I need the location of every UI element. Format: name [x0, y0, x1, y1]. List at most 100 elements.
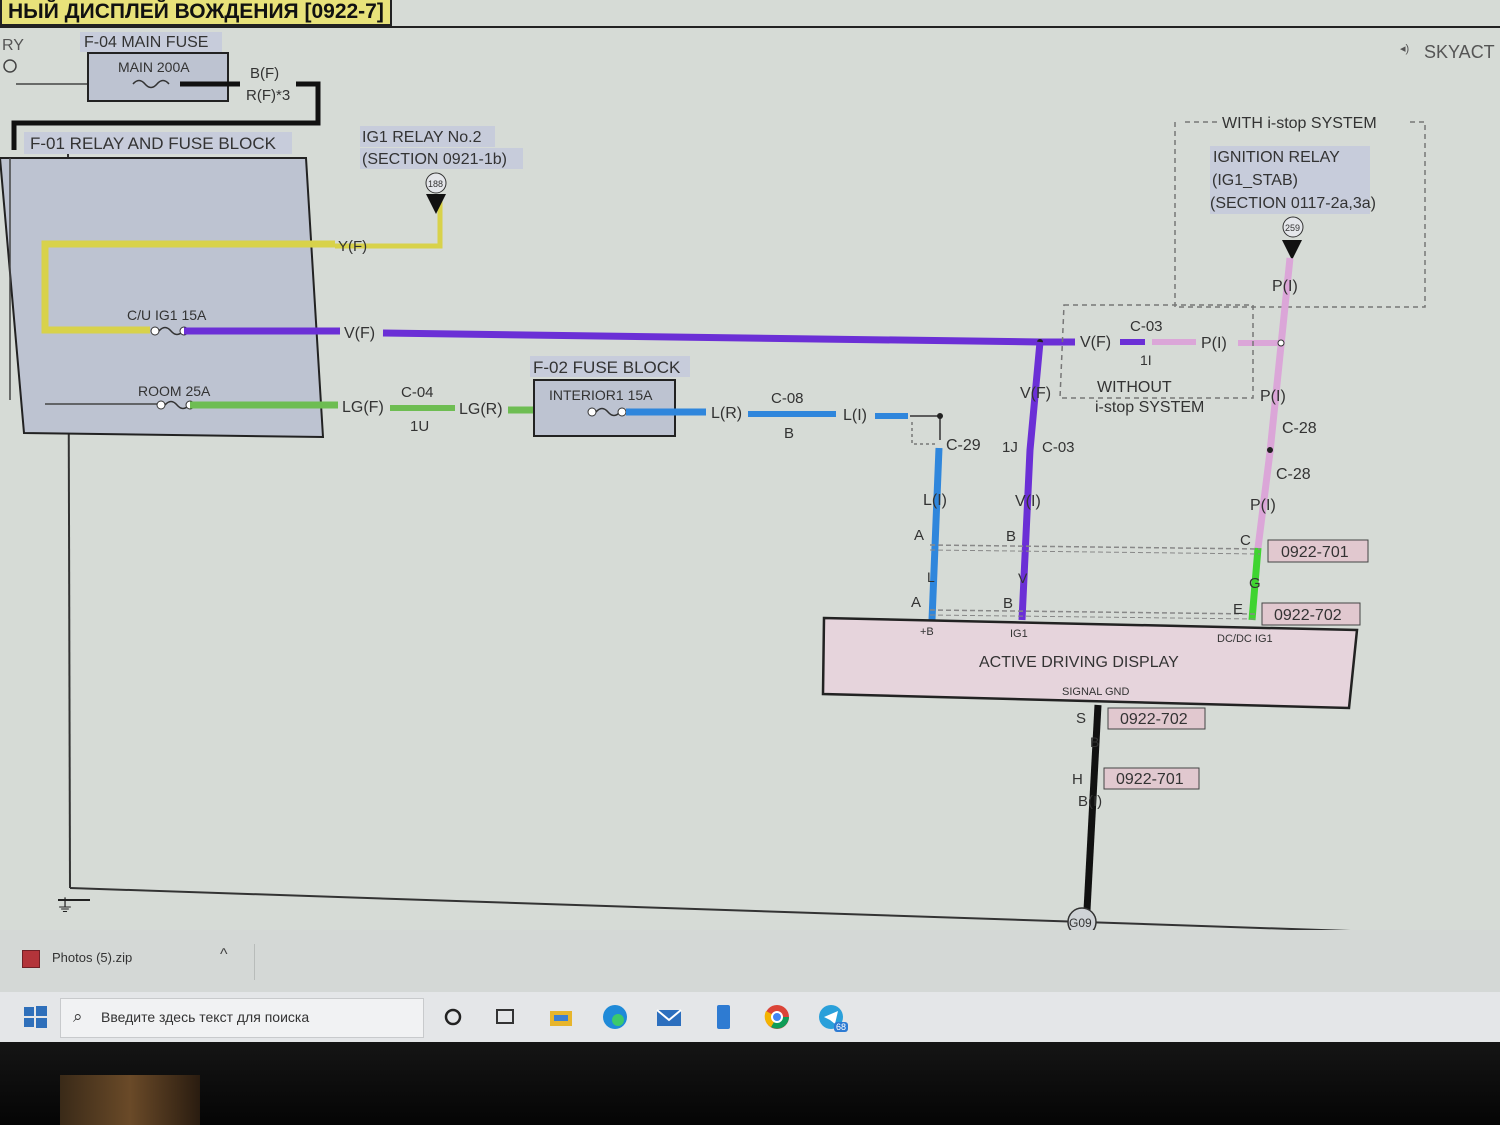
connector-c04: C-04	[401, 384, 434, 401]
with-istop-group: WITH i-stop SYSTEM	[1222, 115, 1377, 132]
connector-c28-a: C-28	[1282, 420, 1317, 437]
wire-label-vf: V(F)	[344, 325, 375, 342]
ig1-relay-node-label: 188	[428, 179, 443, 189]
edge-browser-icon[interactable]	[600, 1002, 630, 1032]
wire-label-lr: L(R)	[711, 405, 742, 422]
wire-label-vi: V(I)	[1015, 493, 1041, 510]
ig1-relay-name: IG1 RELAY No.2	[362, 129, 482, 146]
wire-label-li-2: L(I)	[923, 492, 947, 509]
taskbar: ⌕ Введите здесь текст для поиска 68	[0, 992, 1500, 1042]
task-view-icon[interactable]	[490, 1002, 520, 1032]
wire-label-l: L	[927, 569, 935, 585]
wire-label-lgf: LG(F)	[342, 399, 384, 416]
monitor-bezel	[0, 1042, 1500, 1125]
harness-0922-701-line	[929, 544, 1261, 550]
display-pin-ig1: IG1	[1010, 628, 1028, 640]
wire-li-down	[928, 447, 943, 621]
wire-label-v: V	[1018, 570, 1028, 586]
frame-bottom	[69, 887, 1351, 930]
wire-label-pi: P(I)	[1272, 278, 1298, 295]
pin-b-702: B	[1003, 595, 1013, 612]
wire-label-yf: Y(F)	[338, 238, 367, 255]
header-right-text: SKYACT	[1424, 42, 1495, 62]
pin-c-701: C	[1240, 532, 1251, 549]
windows-start-icon[interactable]	[20, 1002, 50, 1032]
speaker-icon: ◂)	[1400, 43, 1409, 55]
relay-block-section: F-01 RELAY AND FUSE BLOCK	[30, 134, 277, 153]
pin-e-702: E	[1233, 601, 1243, 618]
connector-c03-mid-pin: 1J	[1002, 439, 1018, 456]
ig1-relay-arrow	[426, 194, 446, 214]
fuse-block-section: F-02 FUSE BLOCK	[533, 358, 681, 377]
ref-r4[interactable]: 0922-701	[1116, 771, 1184, 788]
wire-label-pi-3: P(I)	[1260, 388, 1286, 405]
connector-c03-top: C-03	[1130, 318, 1163, 335]
download-file-name[interactable]: Photos (5).zip	[52, 950, 132, 965]
c29-dash	[911, 422, 936, 445]
connector-c29: C-29	[946, 437, 981, 454]
ignition-relay-sub: (IG1_STAB)	[1212, 172, 1298, 189]
download-item[interactable]: Photos (5).zip ^	[14, 944, 255, 980]
file-explorer-icon[interactable]	[546, 1002, 576, 1032]
wire-label-bi: B(I)	[1078, 793, 1102, 810]
wiring-diagram: ◂) SKYACT RY F-04 MAIN FUSE MAIN 200A B(…	[0, 26, 1500, 930]
search-input[interactable]: Введите здесь текст для поиска	[101, 1009, 309, 1025]
display-pin-b: +B	[920, 626, 934, 638]
screen: ◂) SKYACT RY F-04 MAIN FUSE MAIN 200A B(…	[0, 0, 1500, 1085]
phone-app-icon[interactable]	[708, 1002, 738, 1032]
battery-symbol	[3, 59, 17, 73]
fuse-interior1-terminal-b	[617, 407, 627, 417]
without-istop-line2: i-stop SYSTEM	[1095, 399, 1204, 416]
connector-c08-pin: B	[784, 425, 794, 442]
junction-c28	[1267, 447, 1273, 453]
pin-b-701: B	[1006, 528, 1016, 545]
connector-c08: C-08	[771, 390, 804, 407]
pin-a-701: A	[914, 527, 924, 544]
fuse-interior1-label: INTERIOR1 15A	[549, 387, 653, 403]
ref-r3[interactable]: 0922-702	[1120, 711, 1188, 728]
ignition-relay-name: IGNITION RELAY	[1213, 149, 1340, 166]
connector-c04-pin: 1U	[410, 418, 429, 435]
without-istop-line1: WITHOUT	[1097, 379, 1172, 396]
fuse-cu-ig1-label: C/U IG1 15A	[127, 307, 207, 323]
wire-vf-main	[382, 329, 1075, 346]
cortana-icon[interactable]	[438, 1002, 468, 1032]
connector-c28-b: C-28	[1276, 466, 1311, 483]
pin-a-702: A	[911, 594, 921, 611]
chrome-icon[interactable]	[762, 1002, 792, 1032]
ignition-relay-node-label: 259	[1285, 223, 1300, 233]
telegram-badge: 68	[834, 1022, 849, 1032]
junction-pink	[1277, 339, 1285, 347]
harness-0922-702-line	[929, 609, 1256, 615]
wire-label-pi-4: P(I)	[1250, 497, 1276, 514]
ref-r2[interactable]: 0922-702	[1274, 607, 1342, 624]
search-box[interactable]: ⌕ Введите здесь текст для поиска	[60, 998, 424, 1038]
wire-label-li: L(I)	[843, 407, 867, 424]
fuse-room-terminal-a	[156, 400, 166, 410]
harness-0922-702-line-2	[929, 614, 1256, 620]
window-title: НЫЙ ДИСПЛЕЙ ВОЖДЕНИЯ [0922-7]	[0, 0, 392, 26]
harness-0922-701-line-2	[929, 549, 1261, 555]
wire-label-lgr: LG(R)	[459, 401, 503, 418]
main-fuse-output-r: R(F)*3	[246, 87, 290, 104]
main-fuse-output-b: B(F)	[250, 65, 279, 82]
chevron-up-icon[interactable]: ^	[220, 946, 228, 964]
fuse-cu-ig1-terminal-a	[150, 326, 160, 336]
ref-r1[interactable]: 0922-701	[1281, 544, 1349, 561]
pin-s: S	[1076, 710, 1086, 727]
ground-point-label: G09	[1069, 916, 1092, 930]
zip-file-icon	[22, 950, 40, 968]
display-pin-gnd: SIGNAL GND	[1062, 686, 1129, 698]
display-name: ACTIVE DRIVING DISPLAY	[979, 654, 1179, 671]
desk-background	[60, 1075, 200, 1125]
junction-li	[937, 413, 943, 419]
main-fuse-section: F-04 MAIN FUSE	[84, 34, 208, 51]
mail-icon[interactable]	[654, 1002, 684, 1032]
connector-c03-mid: C-03	[1042, 439, 1075, 456]
display-pin-dcdc: DC/DC IG1	[1217, 633, 1273, 645]
ig1-relay-section: (SECTION 0921-1b)	[362, 151, 507, 168]
ignition-relay-section: (SECTION 0117-2a,3a)	[1210, 195, 1376, 212]
connector-c03-top-pin: 1I	[1140, 352, 1152, 368]
search-icon: ⌕	[73, 1007, 83, 1026]
pin-h: H	[1072, 771, 1083, 788]
